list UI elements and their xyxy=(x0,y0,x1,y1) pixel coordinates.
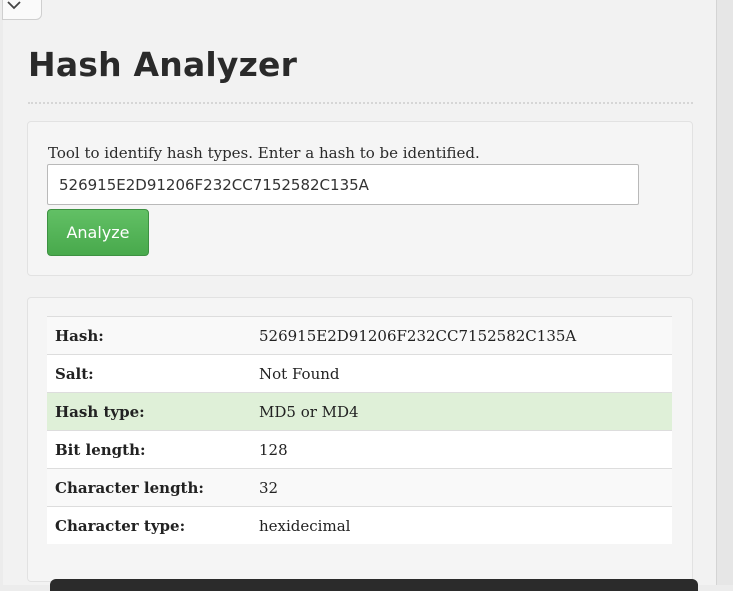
salt-value: Not Found xyxy=(251,354,672,393)
table-row: Hash: 526915E2D91206F232CC7152582C135A xyxy=(47,316,672,355)
hash-type-label: Hash type: xyxy=(47,392,251,431)
page-container: Hash Analyzer Tool to identify hash type… xyxy=(2,0,716,585)
hash-form-panel: Tool to identify hash types. Enter a has… xyxy=(27,121,693,276)
hash-input[interactable] xyxy=(47,164,639,205)
hash-label: Hash: xyxy=(47,316,251,355)
character-type-label: Character type: xyxy=(47,506,251,544)
bottom-overlay-bar xyxy=(50,579,698,591)
table-row: Character type: hexidecimal xyxy=(47,506,672,544)
results-table: Hash: 526915E2D91206F232CC7152582C135A S… xyxy=(47,316,672,544)
hash-type-value: MD5 or MD4 xyxy=(251,392,672,431)
results-panel: Hash: 526915E2D91206F232CC7152582C135A S… xyxy=(27,297,693,582)
analyze-button[interactable]: Analyze xyxy=(47,209,149,256)
character-length-value: 32 xyxy=(251,468,672,507)
chevron-down-icon xyxy=(7,1,21,10)
character-length-label: Character length: xyxy=(47,468,251,507)
hash-value: 526915E2D91206F232CC7152582C135A xyxy=(251,316,672,355)
bit-length-value: 128 xyxy=(251,430,672,469)
table-row: Bit length: 128 xyxy=(47,430,672,469)
bit-length-label: Bit length: xyxy=(47,430,251,469)
form-intro-text: Tool to identify hash types. Enter a has… xyxy=(48,144,480,162)
salt-label: Salt: xyxy=(47,354,251,393)
table-row: Hash type: MD5 or MD4 xyxy=(47,392,672,431)
dropdown-toggle[interactable] xyxy=(2,0,42,20)
page-edge-strip xyxy=(716,0,733,585)
title-divider xyxy=(28,102,693,104)
table-row: Salt: Not Found xyxy=(47,354,672,393)
page-title: Hash Analyzer xyxy=(28,45,298,84)
table-row: Character length: 32 xyxy=(47,468,672,507)
character-type-value: hexidecimal xyxy=(251,506,672,544)
